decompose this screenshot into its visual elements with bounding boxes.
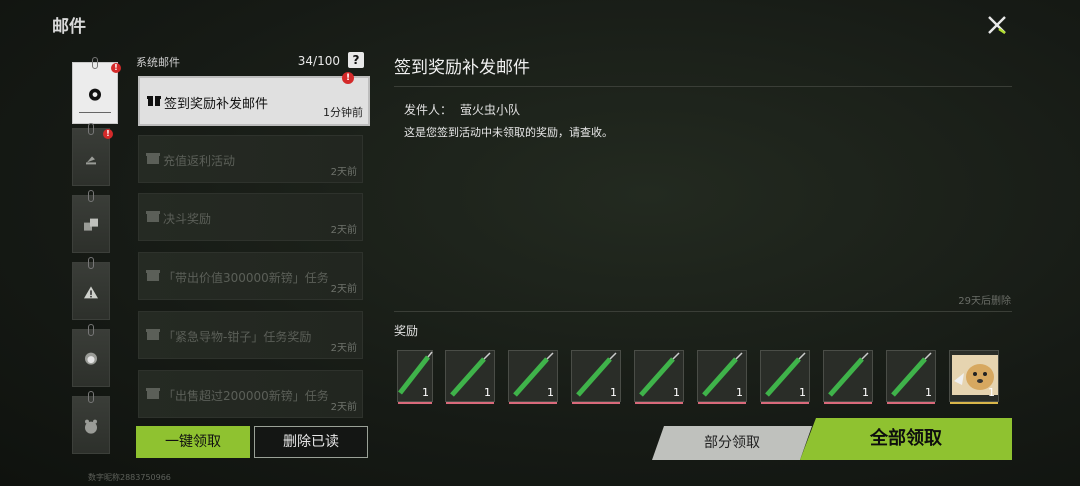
section-label: 系统邮件 [136, 56, 180, 69]
divider [394, 311, 1012, 312]
close-icon[interactable] [982, 10, 1012, 40]
mail-subject: 「出售超过200000新镑」任务 [163, 389, 329, 403]
tag-hook [88, 391, 94, 403]
card-lines [79, 112, 111, 117]
list-header: 系统邮件 34/100 ? [136, 52, 364, 70]
reward-item-syringe[interactable]: 1 [697, 350, 747, 404]
mail-count: 34/100 [297, 54, 340, 68]
category-reward[interactable]: ! [72, 123, 113, 186]
rarity-bar [446, 402, 494, 404]
reward-item-syringe[interactable]: 1 [886, 350, 936, 404]
rarity-bar [398, 402, 432, 404]
claim-all-rewards-button[interactable]: 全部领取 [800, 418, 1012, 460]
pet-icon [85, 419, 97, 434]
reward-item-syringe[interactable]: 1 [508, 350, 558, 404]
gear-icon [89, 88, 101, 101]
mail-time: 2天前 [330, 343, 357, 354]
dice-icon [84, 218, 98, 231]
reward-qty: 1 [862, 386, 869, 399]
tag-hook [92, 57, 98, 69]
mail-subject: 「紧急导物-钳子」任务奖励 [163, 330, 312, 344]
gift-icon [147, 96, 161, 106]
mail-subject: 「带出价值300000新镑」任务 [163, 271, 329, 285]
mail-subject: 签到奖励补发邮件 [164, 97, 269, 112]
mail-time: 2天前 [330, 284, 357, 295]
mail-subject: 充值返利活动 [163, 154, 236, 168]
mail-time: 2天前 [330, 225, 357, 236]
mail-item[interactable]: 充值返利活动 2天前 [138, 135, 363, 183]
reward-item-syringe[interactable]: 1 [760, 350, 810, 404]
mailbox-icon [146, 211, 160, 222]
tag-hook [88, 190, 94, 202]
mailbox-icon [146, 153, 160, 164]
mail-time: 1分钟前 [323, 106, 363, 119]
user-id: 数字昵称2883750966 [88, 473, 171, 482]
mail-subject: 决斗奖励 [163, 212, 212, 226]
expire-note: 29天后删除 [958, 296, 1011, 307]
divider [394, 86, 1012, 87]
partial-claim-button[interactable]: 部分领取 [652, 426, 812, 460]
rarity-bar [509, 402, 557, 404]
rarity-bar [887, 402, 935, 404]
reward-item-syringe[interactable]: 1 [445, 350, 495, 404]
reward-item-syringe[interactable]: 1 [397, 350, 433, 404]
reward-qty: 1 [988, 386, 995, 399]
category-trade[interactable] [72, 190, 110, 253]
page-title: 邮件 [52, 17, 86, 37]
reward-qty: 1 [736, 386, 743, 399]
reward-qty: 1 [484, 386, 491, 399]
reward-item-syringe[interactable]: 1 [634, 350, 684, 404]
tag-hook [88, 257, 94, 269]
reward-qty: 1 [610, 386, 617, 399]
help-icon[interactable]: ? [348, 52, 364, 68]
rarity-bar [698, 402, 746, 404]
reward-qty: 1 [925, 386, 932, 399]
reward-qty: 1 [799, 386, 806, 399]
sender-label: 发件人： [404, 103, 453, 117]
mailbox-icon [146, 270, 160, 281]
reward-item-syringe[interactable]: 1 [571, 350, 621, 404]
sender-name: 萤火虫小队 [460, 103, 521, 117]
tag-hook [88, 123, 94, 135]
reward-qty: 1 [547, 386, 554, 399]
mail-detail-title: 签到奖励补发邮件 [394, 58, 530, 78]
category-warning[interactable] [72, 257, 110, 320]
rarity-bar [572, 402, 620, 404]
alert-badge: ! [111, 63, 121, 73]
rarity-bar [761, 402, 809, 404]
rarity-bar [950, 402, 998, 404]
reward-qty: 1 [422, 386, 429, 399]
mail-body: 这是您签到活动中未领取的奖励，请查收。 [404, 126, 613, 139]
warning-icon [84, 286, 98, 299]
reward-item-syringe[interactable]: 1 [823, 350, 873, 404]
rarity-bar [635, 402, 683, 404]
rewards-label: 奖励 [394, 324, 419, 338]
mail-item[interactable]: 「出售超过200000新镑」任务 2天前 [138, 370, 363, 418]
alert-badge: ! [103, 129, 113, 139]
claim-all-mail-button[interactable]: 一键领取 [136, 426, 250, 458]
person-icon [85, 352, 97, 365]
mailbox-icon [146, 388, 160, 399]
mail-item[interactable]: 决斗奖励 2天前 [138, 193, 363, 241]
category-system[interactable]: ! [72, 57, 121, 124]
reward-item-dog-card[interactable]: 1 [949, 350, 999, 404]
mail-item[interactable]: 签到奖励补发邮件 1分钟前 ! [138, 72, 370, 126]
category-pet[interactable] [72, 391, 110, 454]
mail-time: 2天前 [330, 167, 357, 178]
delete-read-button[interactable]: 删除已读 [254, 426, 368, 458]
mail-item[interactable]: 「紧急导物-钳子」任务奖励 2天前 [138, 311, 363, 359]
mailbox-icon [146, 329, 160, 340]
mail-time: 2天前 [330, 402, 357, 413]
alert-badge: ! [342, 72, 354, 84]
reward-qty: 1 [673, 386, 680, 399]
mail-item[interactable]: 「带出价值300000新镑」任务 2天前 [138, 252, 363, 300]
mail-sender: 发件人： 萤火虫小队 [404, 101, 520, 118]
category-friend[interactable] [72, 324, 110, 387]
tag-hook [88, 324, 94, 336]
hammer-icon [86, 156, 96, 165]
rarity-bar [824, 402, 872, 404]
